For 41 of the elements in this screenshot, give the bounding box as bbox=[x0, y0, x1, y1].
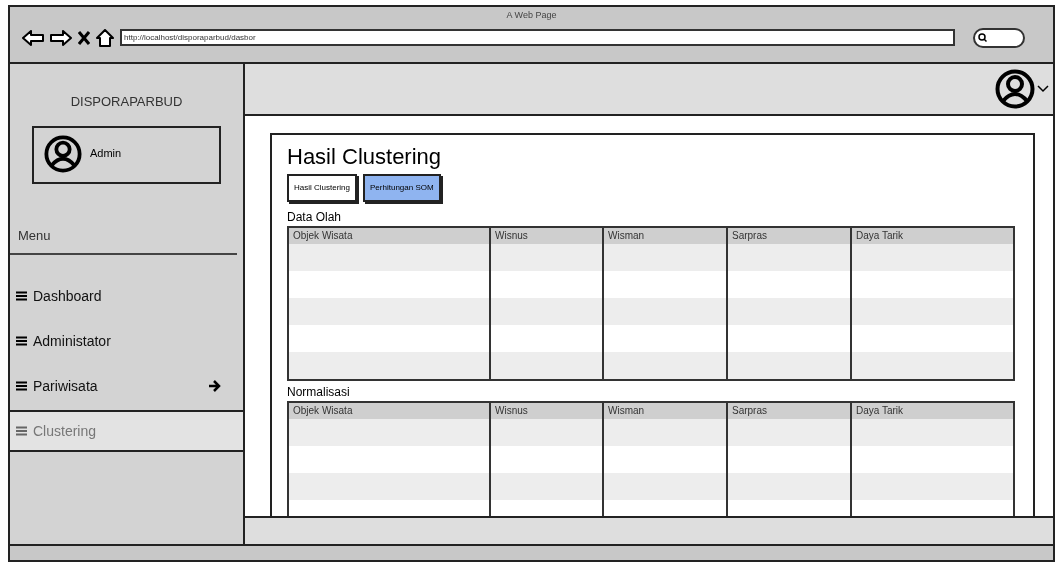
column-header: Sarpras bbox=[726, 403, 850, 419]
profile-icon bbox=[995, 69, 1035, 109]
column-header: Wisman bbox=[602, 228, 726, 244]
user-name: Admin bbox=[90, 145, 122, 161]
menu-heading: Menu bbox=[18, 226, 52, 245]
column-header: Objek Wisata bbox=[289, 228, 489, 244]
avatar-icon bbox=[44, 134, 82, 173]
window-title: A Web Page bbox=[506, 9, 557, 22]
menu-icon bbox=[16, 426, 27, 436]
sidebar-item[interactable]: Dashboard bbox=[10, 275, 243, 317]
address-field[interactable]: http://localhost/disporaparbud/dasbor bbox=[120, 29, 955, 46]
brand-name: DISPORAPARBUD bbox=[70, 93, 183, 111]
page-title: Hasil Clustering bbox=[287, 143, 443, 171]
column-header: Daya Tarik bbox=[850, 403, 1013, 419]
column-header: Wisnus bbox=[489, 403, 602, 419]
column-header: Wisman bbox=[602, 403, 726, 419]
column-header: Objek Wisata bbox=[289, 403, 489, 419]
chevron-down-icon[interactable] bbox=[1037, 85, 1049, 93]
menu-icon bbox=[16, 381, 27, 391]
item-label: Clustering bbox=[33, 421, 98, 441]
column-header: Wisnus bbox=[489, 228, 602, 244]
item-label: Pariwisata bbox=[33, 376, 99, 396]
forward-icon[interactable] bbox=[50, 29, 72, 46]
search-icon bbox=[978, 33, 987, 42]
section-label: Data Olah bbox=[287, 210, 343, 224]
close-icon[interactable] bbox=[78, 30, 90, 45]
tab[interactable]: Hasil Clustering bbox=[287, 174, 358, 202]
column-header: Sarpras bbox=[726, 228, 850, 244]
sidebar-item[interactable]: Clustering bbox=[10, 410, 243, 452]
sidebar-item[interactable]: Administator bbox=[10, 320, 243, 362]
home-icon[interactable] bbox=[96, 28, 114, 47]
column-header: Daya Tarik bbox=[850, 228, 1013, 244]
tab[interactable]: Perhitungan SOM bbox=[363, 174, 441, 202]
search-field[interactable] bbox=[973, 27, 1025, 48]
menu-icon bbox=[16, 336, 27, 346]
back-icon[interactable] bbox=[22, 29, 44, 46]
menu-icon bbox=[16, 291, 27, 301]
section-label: Normalisasi bbox=[287, 385, 351, 399]
sidebar-item[interactable]: Pariwisata bbox=[10, 365, 243, 407]
item-label: Administator bbox=[33, 331, 112, 351]
item-label: Dashboard bbox=[33, 286, 103, 306]
